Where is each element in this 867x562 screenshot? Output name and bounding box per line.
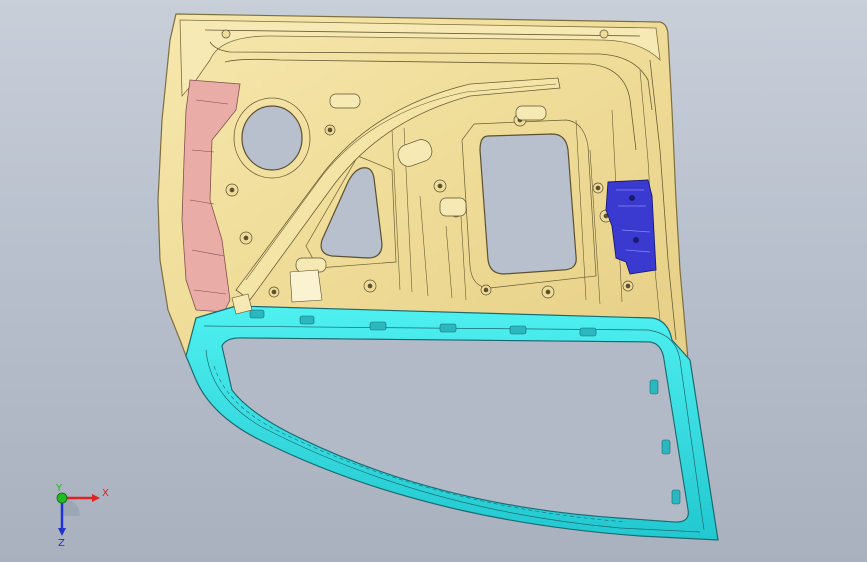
- coordinate-triad: X Y Z: [55, 483, 109, 548]
- door-inner-panel-model[interactable]: [0, 0, 867, 562]
- y-axis-label: Y: [55, 483, 63, 494]
- main-access-opening: [479, 133, 577, 275]
- x-axis-label: X: [102, 488, 109, 499]
- graphics-viewport[interactable]: X Y Z: [0, 0, 867, 562]
- z-axis-label: Z: [58, 538, 65, 548]
- speaker-opening: [241, 105, 303, 171]
